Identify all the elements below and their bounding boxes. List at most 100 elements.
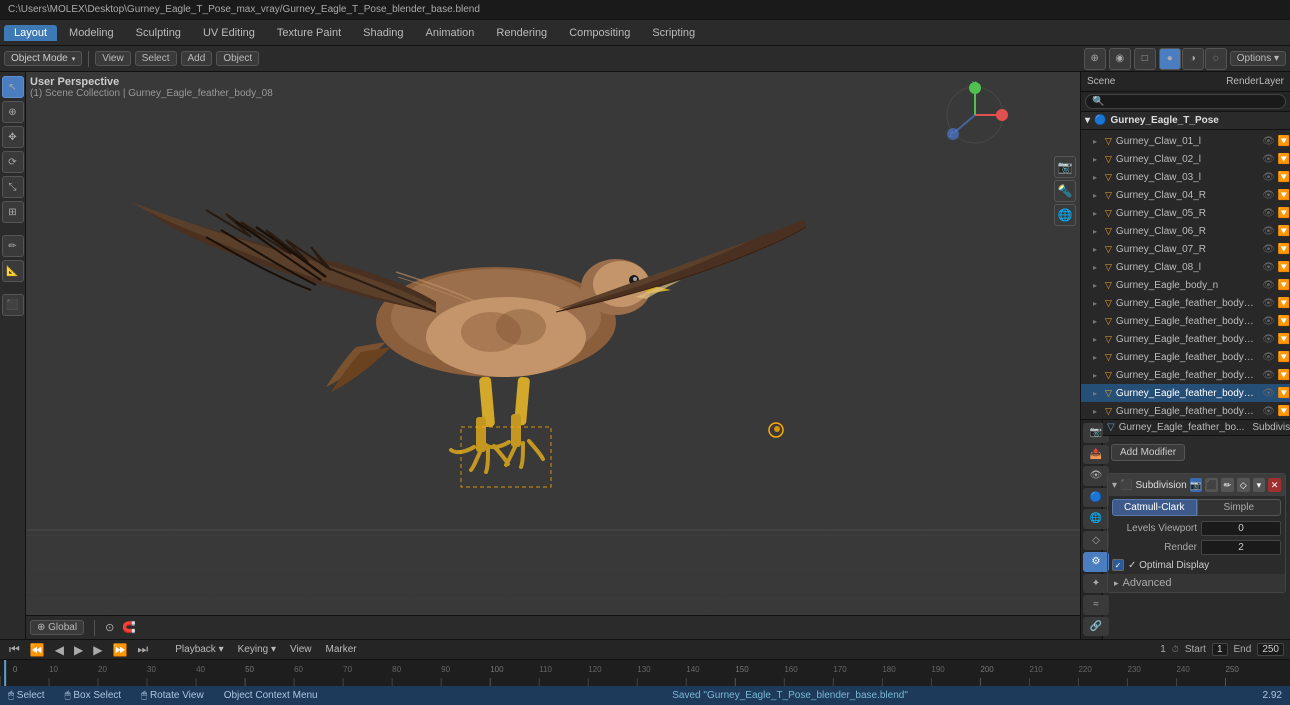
render-input[interactable]: 2 [1201, 540, 1281, 555]
tab-rendering[interactable]: Rendering [486, 25, 557, 41]
catmull-clark-btn[interactable]: Catmull-Clark [1112, 499, 1197, 516]
object-icon: ▽ [1107, 422, 1115, 433]
sub-expand-icon[interactable]: ▾ [1253, 478, 1266, 492]
sub-realtime-icon[interactable]: ⬛ [1205, 478, 1218, 492]
timeline-header: ⏮ ⏪ ◀ ▶ ▶ ⏩ ⏭ Playback ▾ Keying ▾ View M… [0, 640, 1290, 660]
frame-number-bar[interactable]: 0 10 20 30 40 50 60 70 80 90 100 110 120 [0, 660, 1290, 686]
object-mode-selector[interactable]: Object Mode ▾ [4, 51, 82, 66]
transform-tool-btn[interactable]: ⊞ [2, 201, 24, 223]
start-label: Start [1185, 644, 1206, 655]
optimal-display-label: ✓ Optimal Display [1128, 560, 1209, 571]
viewport[interactable]: User Perspective (1) Scene Collection | … [26, 72, 1080, 639]
outliner-item-2[interactable]: ▸ ▽ Gurney_Claw_03_l 👁 🔽 [1081, 168, 1290, 186]
item-arrow-6: ▸ [1093, 245, 1101, 254]
play-btn[interactable]: ▶ [71, 642, 86, 658]
subdivision-mode-btns: Catmull-Clark Simple [1112, 499, 1281, 516]
jump-start-btn[interactable]: ⏮ [6, 641, 23, 658]
render-view-btn[interactable]: ◌ [1205, 48, 1227, 70]
viewport-overlay-btn[interactable]: ◉ [1109, 48, 1131, 70]
properties-tabs: 📷 📤 👁 🔵 🌐 ◇ ⚙ ✦ ≈ 🔗 [1081, 420, 1103, 639]
view-menu-tl-btn[interactable]: View [286, 643, 316, 656]
select-menu-btn[interactable]: Select [135, 51, 177, 66]
viewport-xray-btn[interactable]: □ [1134, 48, 1156, 70]
scale-tool-btn[interactable]: ⤡ [2, 176, 24, 198]
tab-uv-editing[interactable]: UV Editing [193, 25, 265, 41]
proportional-edit-btn[interactable]: ⊙ [105, 621, 114, 634]
outliner-item-5[interactable]: ▸ ▽ Gurney_Claw_06_R 👁 🔽 [1081, 222, 1290, 240]
outliner-item-4[interactable]: ▸ ▽ Gurney_Claw_05_R 👁 🔽 [1081, 204, 1290, 222]
scene-collection-icon: 🔵 [1094, 115, 1106, 126]
item-icon-17: ▽ [1105, 406, 1112, 417]
outliner-item-1[interactable]: ▸ ▽ Gurney_Claw_02_l 👁 🔽 [1081, 150, 1290, 168]
rotate-tool-btn[interactable]: ⟳ [2, 151, 24, 173]
levels-viewport-input[interactable]: 0 [1201, 521, 1281, 536]
snap-btn[interactable]: 🧲 [122, 621, 136, 634]
transform-global-btn[interactable]: ⊕ Global [30, 620, 84, 635]
advanced-label: Advanced [1123, 577, 1172, 589]
tab-shading[interactable]: Shading [353, 25, 413, 41]
camera-persp-icon[interactable]: 📷 [1054, 156, 1076, 178]
tab-scripting[interactable]: Scripting [642, 25, 705, 41]
simple-btn[interactable]: Simple [1197, 499, 1282, 516]
outliner-item-9[interactable]: ▸ ▽ Gurney_Eagle_feather_body_01 👁 🔽 [1081, 294, 1290, 312]
outliner-search-input[interactable] [1085, 94, 1286, 109]
sub-delete-icon[interactable]: ✕ [1268, 478, 1281, 492]
tab-animation[interactable]: Animation [416, 25, 485, 41]
outliner-item-10[interactable]: ▸ ▽ Gurney_Eagle_feather_body_02 👁 🔽 [1081, 312, 1290, 330]
sub-render-icon[interactable]: 📷 [1190, 478, 1203, 492]
view-menu-btn[interactable]: View [95, 51, 131, 66]
outliner-item-11[interactable]: ▸ ▽ Gurney_Eagle_feather_body_03 👁 🔽 [1081, 330, 1290, 348]
select-tool-btn[interactable]: ↖ [2, 76, 24, 98]
material-view-btn[interactable]: ◑ [1182, 48, 1204, 70]
tab-sculpting[interactable]: Sculpting [126, 25, 191, 41]
extra-tool-btn[interactable]: ⬛ [2, 294, 24, 316]
playback-menu-btn[interactable]: Playback ▾ [171, 643, 227, 656]
solid-view-btn[interactable]: ● [1159, 48, 1181, 70]
end-frame-input[interactable]: 250 [1257, 643, 1284, 656]
marker-menu-btn[interactable]: Marker [321, 643, 360, 656]
outliner-item-6[interactable]: ▸ ▽ Gurney_Claw_07_R 👁 🔽 [1081, 240, 1290, 258]
render-icon[interactable]: 🔦 [1054, 180, 1076, 202]
cursor-tool-btn[interactable]: ⊕ [2, 101, 24, 123]
outliner-item-8[interactable]: ▸ ▽ Gurney_Eagle_body_n 👁 🔽 [1081, 276, 1290, 294]
outliner-item-16[interactable]: ▸ ▽ Gurney_Eagle_feather_body_08 👁 🔽 [1081, 384, 1290, 402]
sub-cage-icon[interactable]: ◇ [1237, 478, 1250, 492]
next-frame-btn[interactable]: ▶ [90, 642, 105, 658]
tab-compositing[interactable]: Compositing [559, 25, 640, 41]
item-right-icons-13: 👁 🔽 [1262, 370, 1290, 381]
outliner-item-3[interactable]: ▸ ▽ Gurney_Claw_04_R 👁 🔽 [1081, 186, 1290, 204]
jump-end-btn[interactable]: ⏭ [134, 641, 151, 658]
add-menu-btn[interactable]: Add [181, 51, 213, 66]
annotate-tool-btn[interactable]: ✏ [2, 235, 24, 257]
scene-collection-root[interactable]: ▾ 🔵 Gurney_Eagle_T_Pose [1081, 112, 1290, 130]
add-modifier-button[interactable]: Add Modifier [1111, 444, 1185, 461]
prev-keyframe-btn[interactable]: ⏪ [27, 642, 48, 658]
viewport-gizmo-btn[interactable]: ⊕ [1084, 48, 1106, 70]
next-keyframe-btn[interactable]: ⏩ [109, 642, 130, 658]
optimal-display-checkbox[interactable]: ✓ [1112, 559, 1124, 571]
outliner-item-13[interactable]: ▸ ▽ Gurney_Eagle_feather_body_05 👁 🔽 [1081, 366, 1290, 384]
tab-layout[interactable]: Layout [4, 25, 57, 41]
subdivision-modifier: ▾ ⬛ Subdivision 📷 ⬛ ✏ ◇ ▾ ✕ Catmull-Clar… [1107, 473, 1286, 593]
current-frame-input[interactable]: 1 [1160, 644, 1166, 655]
outliner-item-17[interactable]: ▸ ▽ Gurney_Eagle_feather_body_10 👁 🔽 [1081, 402, 1290, 419]
svg-text:100: 100 [490, 665, 504, 674]
prev-frame-btn[interactable]: ◀ [52, 642, 67, 658]
outliner-item-7[interactable]: ▸ ▽ Gurney_Claw_08_l 👁 🔽 [1081, 258, 1290, 276]
window-title: C:\Users\MOLEX\Desktop\Gurney_Eagle_T_Po… [8, 4, 480, 15]
svg-text:250: 250 [1226, 665, 1240, 674]
move-tool-btn[interactable]: ✥ [2, 126, 24, 148]
tab-texture-paint[interactable]: Texture Paint [267, 25, 351, 41]
measure-tool-btn[interactable]: 📐 [2, 260, 24, 282]
outliner-item-12[interactable]: ▸ ▽ Gurney_Eagle_feather_body_04 👁 🔽 [1081, 348, 1290, 366]
keying-menu-btn[interactable]: Keying ▾ [234, 643, 280, 656]
options-btn[interactable]: Options ▾ [1230, 51, 1286, 66]
tab-modeling[interactable]: Modeling [59, 25, 124, 41]
viewport-gizmo[interactable]: X Y Z [940, 80, 1010, 150]
outliner-item-0[interactable]: ▸ ▽ Gurney_Claw_01_l 👁 🔽 [1081, 132, 1290, 150]
scene-icon[interactable]: 🌐 [1054, 204, 1076, 226]
start-frame-input[interactable]: 1 [1212, 643, 1228, 656]
advanced-section[interactable]: ▸ Advanced [1108, 574, 1285, 592]
object-menu-btn[interactable]: Object [216, 51, 259, 66]
sub-edit-icon[interactable]: ✏ [1221, 478, 1234, 492]
